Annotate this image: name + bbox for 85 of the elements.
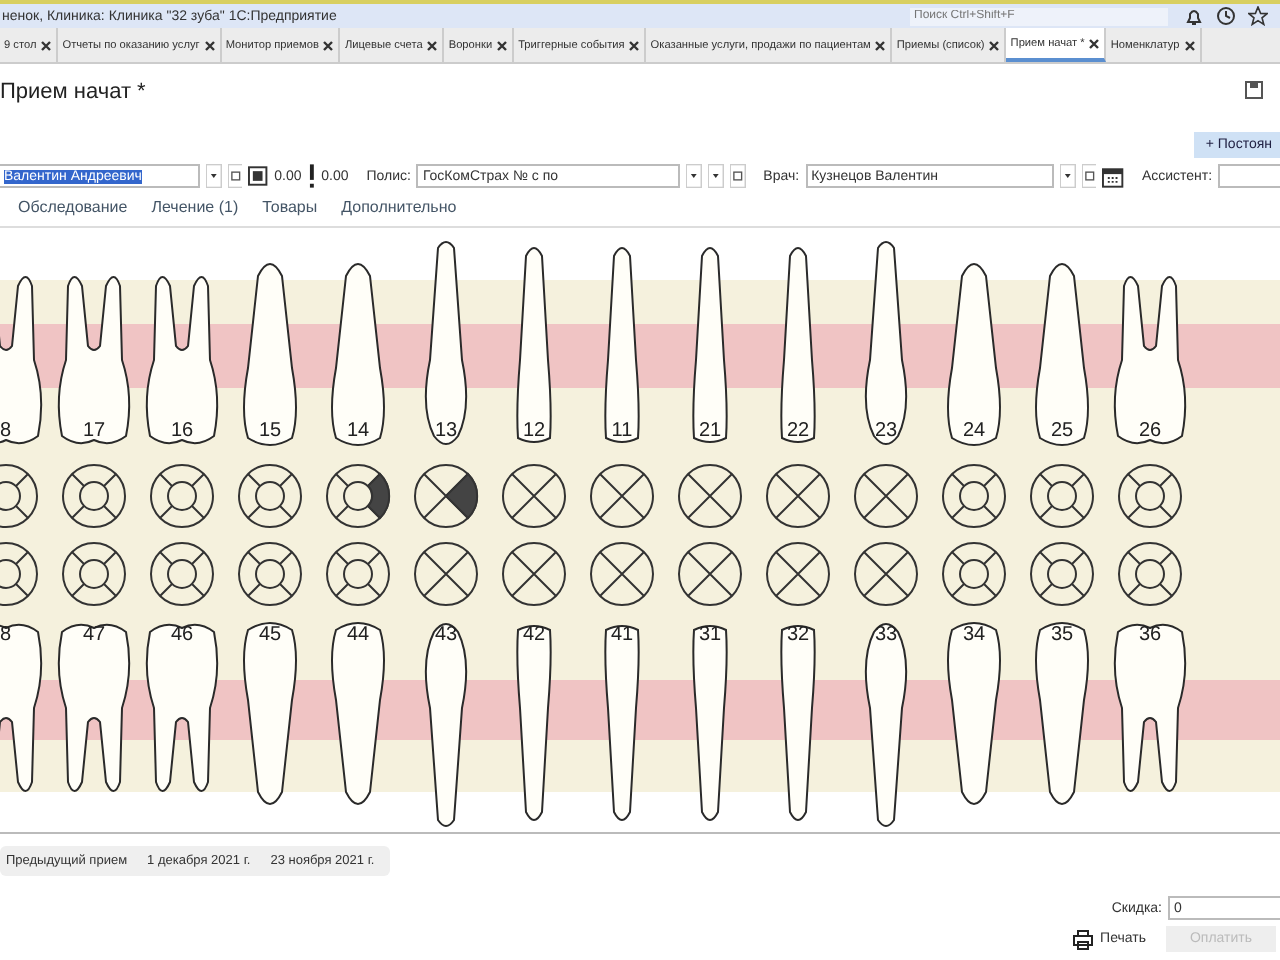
tooth-number: 42 (520, 624, 548, 646)
tooth-number: 46 (168, 624, 196, 646)
tooth-surface-diagram[interactable] (676, 461, 744, 529)
tooth-number: 26 (1136, 420, 1164, 442)
open-icon[interactable] (227, 164, 243, 188)
open-icon[interactable] (729, 164, 746, 188)
dropdown-icon[interactable] (686, 164, 703, 188)
tooth-surface-diagram[interactable] (588, 461, 656, 529)
tooth-number: 33 (872, 624, 900, 646)
tooth-surface-diagram[interactable] (148, 461, 216, 529)
bell-icon[interactable] (1184, 6, 1204, 26)
tab[interactable]: Товары (262, 198, 318, 226)
dropdown-icon[interactable] (1059, 164, 1076, 188)
tooth-surface-diagram[interactable] (1028, 539, 1096, 607)
tooth-number: 14 (344, 420, 372, 442)
tooth-number: 8 (0, 624, 12, 646)
tooth-surface-diagram[interactable] (676, 539, 744, 607)
tooth-surface-diagram[interactable] (412, 461, 480, 529)
tooth-surface-diagram[interactable] (324, 539, 392, 607)
tab[interactable]: Обследование (18, 198, 128, 226)
tooth-number: 45 (256, 624, 284, 646)
tooth-number: 35 (1048, 624, 1076, 646)
tooth-number: 47 (80, 624, 108, 646)
form-title: Прием начат * (0, 80, 146, 104)
tooth-number: 21 (696, 420, 724, 442)
tooth-surface-diagram[interactable] (500, 461, 568, 529)
close-icon[interactable] (628, 39, 641, 51)
tooth-number: 17 (80, 420, 108, 442)
tooth-surface-diagram[interactable] (940, 461, 1008, 529)
close-icon[interactable] (322, 39, 335, 51)
tooth-surface-diagram[interactable] (764, 539, 832, 607)
close-icon[interactable] (426, 39, 439, 51)
tab[interactable]: Лечение (1) (151, 198, 239, 226)
close-icon[interactable] (988, 39, 1001, 51)
tooth-number: 13 (432, 420, 460, 442)
tooth-surface-diagram[interactable] (148, 539, 216, 607)
tooth-number: 15 (256, 420, 284, 442)
close-icon[interactable] (40, 39, 53, 51)
tooth-surface-diagram[interactable] (940, 539, 1008, 607)
close-icon[interactable] (496, 39, 509, 51)
calendar-icon[interactable] (1102, 165, 1124, 187)
printer-icon (1072, 929, 1095, 949)
tooth-surface-diagram[interactable] (236, 539, 304, 607)
tooth-surface-diagram[interactable] (1116, 539, 1184, 607)
tooth-surface-diagram[interactable] (324, 461, 392, 529)
tooth-number: 22 (784, 420, 812, 442)
dropdown-icon[interactable] (205, 164, 222, 188)
tooth-surface-diagram[interactable] (1116, 461, 1184, 529)
save-icon[interactable] (1244, 80, 1264, 100)
history-icon[interactable] (1216, 6, 1236, 26)
tooth-surface-diagram[interactable] (852, 539, 920, 607)
close-icon[interactable] (874, 39, 887, 51)
tooth-number: 11 (609, 420, 635, 442)
tooth-surface-diagram[interactable] (764, 461, 832, 529)
input-field[interactable] (1218, 164, 1280, 188)
tooth-number: 36 (1136, 624, 1164, 646)
tooth-number: 44 (344, 624, 372, 646)
tooth-surface-diagram[interactable] (60, 539, 128, 607)
tooth-surface-diagram[interactable] (500, 539, 568, 607)
tooth-surface-diagram[interactable] (412, 539, 480, 607)
tooth-surface-diagram[interactable] (588, 539, 656, 607)
tooth-number: 24 (960, 420, 988, 442)
checkbox-icon (248, 166, 269, 186)
close-icon[interactable] (1088, 37, 1101, 49)
tooth-number: 23 (872, 420, 900, 442)
star-icon[interactable] (1248, 6, 1268, 26)
tooth-surface-diagram[interactable] (236, 461, 304, 529)
exclamation-icon (307, 164, 316, 188)
tooth-number: 32 (784, 624, 812, 646)
dropdown-icon[interactable] (708, 164, 724, 188)
close-icon[interactable] (1183, 39, 1196, 51)
tooth-number: 25 (1048, 420, 1076, 442)
tooth-surface-diagram[interactable] (852, 461, 920, 529)
tooth-number: 41 (608, 624, 636, 646)
tooth-number: 8 (0, 420, 12, 442)
tooth-number: 31 (696, 624, 724, 646)
tooth-number: 43 (432, 624, 460, 646)
open-icon[interactable] (1081, 164, 1097, 188)
tab[interactable]: Дополнительно (341, 198, 457, 226)
tooth-surface-diagram[interactable] (60, 461, 128, 529)
tooth-surface-diagram[interactable] (1028, 461, 1096, 529)
close-icon[interactable] (203, 39, 216, 51)
tooth-number: 12 (520, 420, 548, 442)
tooth-number: 34 (960, 624, 988, 646)
tooth-number: 16 (168, 420, 196, 442)
